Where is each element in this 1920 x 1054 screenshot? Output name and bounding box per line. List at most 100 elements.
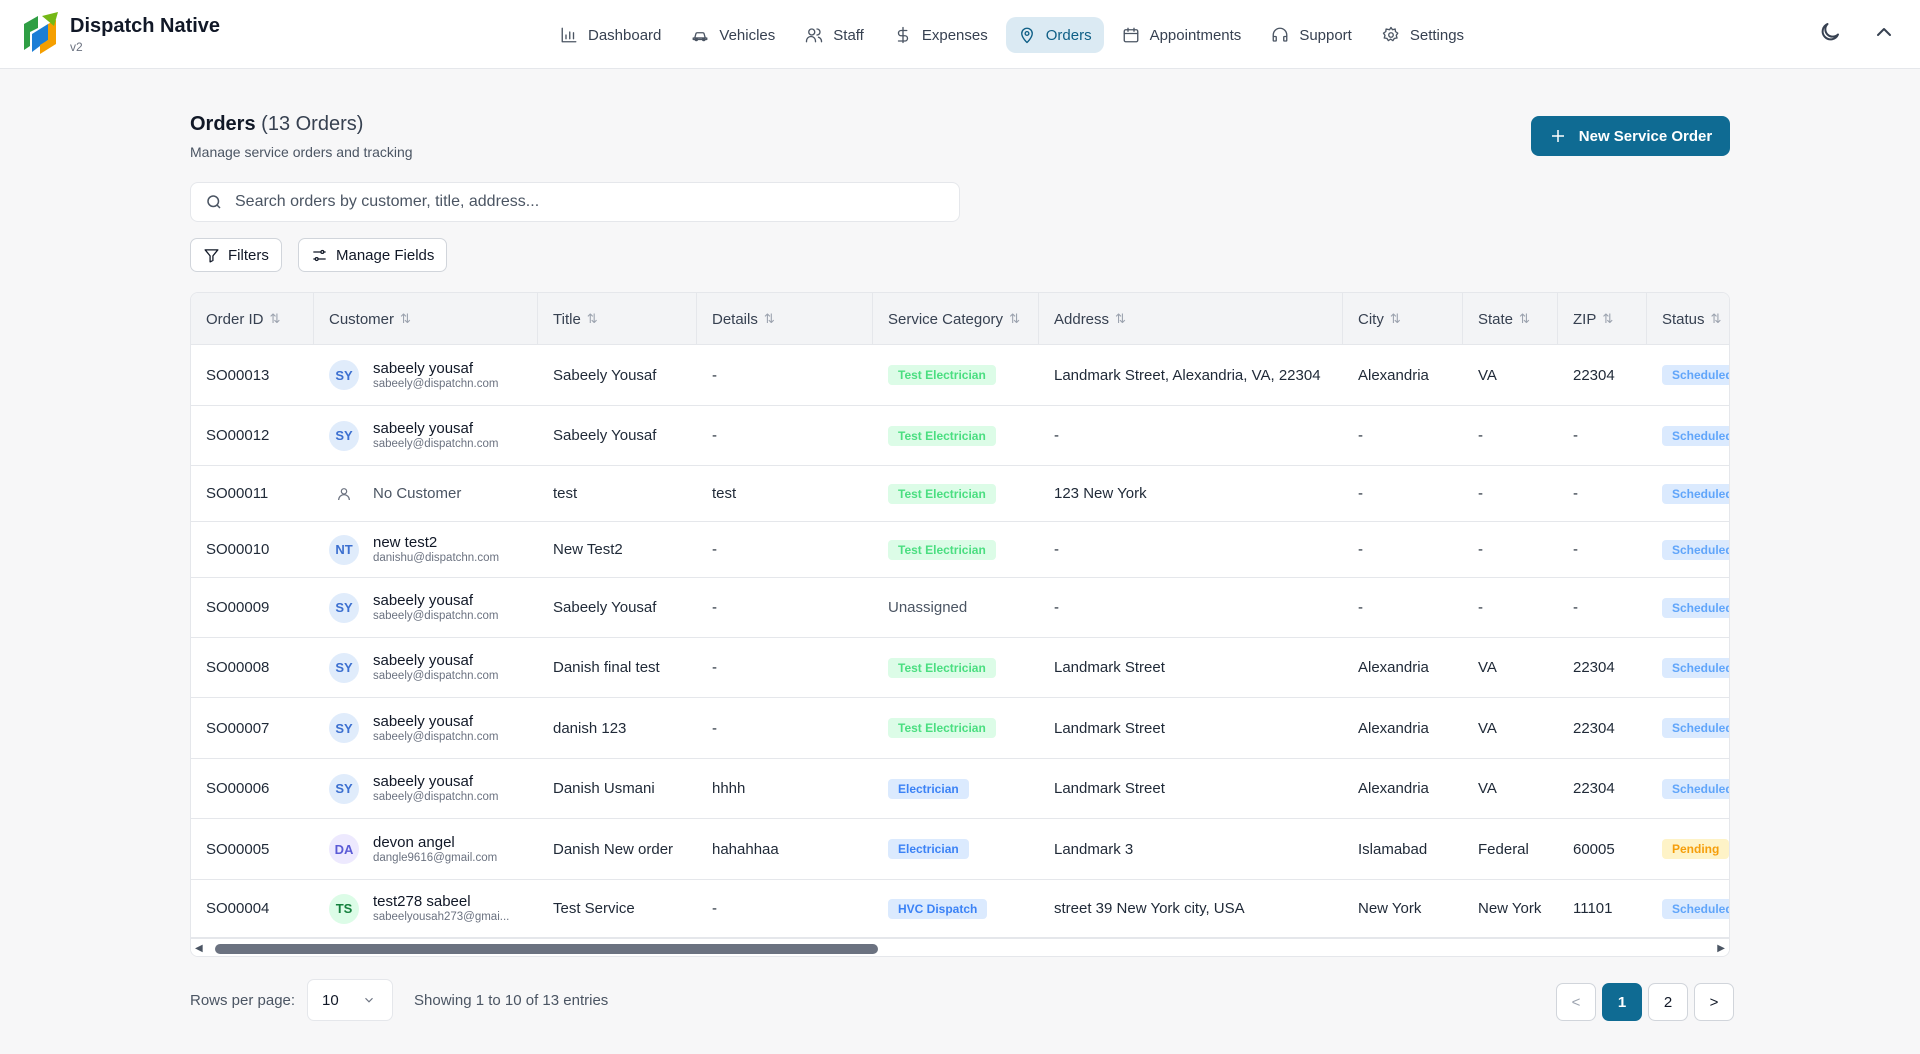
header-label: Customer — [329, 310, 395, 328]
horizontal-scrollbar[interactable]: ◀ ▶ — [191, 938, 1729, 956]
chevron-up-icon[interactable] — [1872, 20, 1896, 44]
page-1-button[interactable]: 1 — [1602, 983, 1642, 1021]
scrollbar-thumb[interactable] — [215, 944, 878, 954]
users-icon — [806, 28, 823, 43]
prev-page-button[interactable]: < — [1556, 983, 1596, 1021]
category-badge: Test Electrician — [888, 657, 996, 678]
table-row[interactable]: SO00010 NT new test2 danishu@dispatchn.com N… — [191, 522, 1729, 578]
header-title[interactable]: Title ⇅ — [538, 293, 697, 345]
customer-name: sabeely yousaf — [373, 592, 474, 609]
table-row[interactable]: SO00012 SY sabeely yousaf sabeely@dispatchn… — [191, 406, 1729, 466]
cell-title: Danish New order — [553, 840, 674, 858]
table-row[interactable]: SO00005 DA devon angel dangle9616@gmail.com… — [191, 819, 1729, 880]
header-order-id[interactable]: Order ID ⇅ — [191, 293, 314, 345]
cell-address: Landmark Street — [1054, 659, 1165, 676]
table-row[interactable]: SO00007 SY sabeely yousaf sabeely@dispatchn… — [191, 698, 1729, 759]
cell-zip: - — [1573, 485, 1578, 502]
rows-per-page-select[interactable]: 10 — [307, 979, 393, 1021]
cell-details: hhhh — [712, 780, 746, 797]
cell-title: test — [553, 485, 578, 502]
cell-category: Electrician — [873, 759, 1039, 818]
header-zip[interactable]: ZIP ⇅ — [1558, 293, 1647, 345]
cell-details: test — [712, 485, 737, 502]
cell-id: SO00009 — [206, 599, 270, 616]
cell-state: New York — [1478, 900, 1542, 917]
status-badge: Scheduled — [1662, 539, 1729, 560]
table-row[interactable]: SO00009 SY sabeely yousaf sabeely@dispatchn… — [191, 578, 1729, 638]
cell-category: Electrician — [873, 819, 1039, 879]
category-badge: Electrician — [888, 839, 969, 859]
cell-status: Scheduled — [1647, 578, 1729, 637]
brand-name: Dispatch Native — [70, 15, 221, 37]
filters-button[interactable]: Filters — [190, 238, 282, 272]
table-row[interactable]: SO00008 SY sabeely yousaf sabeely@dispatchn… — [191, 638, 1729, 698]
nav-label: Support — [1299, 26, 1352, 44]
status-badge: Scheduled — [1662, 425, 1729, 446]
customer-name: new test2 — [373, 534, 438, 551]
cell-category: Test Electrician — [873, 522, 1039, 577]
customer-name: No Customer — [373, 485, 462, 502]
table-row[interactable]: SO00004 TS test278 sabeel sabeelyousah273@g… — [191, 880, 1729, 938]
cell-customer: No Customer — [314, 466, 538, 521]
cell-city: New York — [1358, 900, 1422, 917]
cell-category: Unassigned — [873, 578, 1039, 637]
nav-support[interactable]: Support — [1259, 17, 1364, 53]
brand[interactable]: Dispatch Native v2 — [18, 10, 220, 58]
cell-details: - — [712, 900, 717, 917]
header-customer[interactable]: Customer ⇅ — [314, 293, 538, 345]
cell-id: SO00008 — [206, 659, 270, 676]
customer-email: sabeely@dispatchn.com — [373, 610, 499, 622]
header-label: Details — [712, 310, 758, 328]
nav-label: Appointments — [1149, 26, 1242, 44]
table-row[interactable]: SO00013 SY sabeely yousaf sabeely@dispatchn… — [191, 345, 1729, 406]
cell-id: SO00013 — [206, 366, 270, 384]
cell-title: danish 123 — [553, 719, 627, 737]
nav-expenses[interactable]: Expenses — [882, 17, 1000, 53]
new-service-order-button[interactable]: New Service Order — [1531, 116, 1730, 156]
nav-vehicles[interactable]: Vehicles — [679, 17, 787, 53]
customer-email: sabeely@dispatchn.com — [373, 791, 499, 803]
nav-orders[interactable]: Orders — [1005, 17, 1104, 53]
cell-status: Scheduled — [1647, 406, 1729, 465]
cell-zip: - — [1573, 541, 1578, 558]
header-address[interactable]: Address ⇅ — [1039, 293, 1343, 345]
manage-fields-button[interactable]: Manage Fields — [298, 238, 448, 272]
table-row[interactable]: SO00006 SY sabeely yousaf sabeely@dispatchn… — [191, 759, 1729, 819]
status-badge: Scheduled — [1662, 898, 1729, 919]
cell-id: SO00007 — [206, 719, 270, 737]
category-badge: Test Electrician — [888, 718, 996, 738]
nav-settings[interactable]: Settings — [1370, 17, 1476, 53]
nav-dashboard[interactable]: Dashboard — [548, 17, 673, 53]
nav-staff[interactable]: Staff — [793, 17, 876, 53]
nav-appointments[interactable]: Appointments — [1110, 17, 1254, 53]
sort-icon: ⇅ — [1602, 311, 1614, 326]
header-city[interactable]: City ⇅ — [1343, 293, 1463, 345]
sort-icon: ⇅ — [1115, 311, 1126, 326]
sliders-icon — [313, 249, 326, 261]
search-input[interactable] — [235, 193, 935, 211]
cell-zip: 22304 — [1573, 366, 1615, 384]
chevron-down-icon — [365, 997, 373, 1003]
header-status[interactable]: Status ⇅ — [1647, 293, 1729, 345]
header-label: Status — [1662, 310, 1705, 328]
scroll-left-icon[interactable]: ◀ — [195, 943, 203, 954]
cell-details: - — [712, 427, 717, 444]
header-service-category[interactable]: Service Category ⇅ — [873, 293, 1039, 345]
table-row[interactable]: SO00011 No Customer test test Test Electrici… — [191, 466, 1729, 522]
brand-version: v2 — [70, 40, 83, 54]
cell-status: Scheduled — [1647, 466, 1729, 521]
scroll-right-icon[interactable]: ▶ — [1717, 943, 1725, 954]
moon-icon[interactable] — [1818, 20, 1842, 44]
cell-city: - — [1358, 541, 1363, 558]
status-badge: Scheduled — [1662, 718, 1729, 738]
header-state[interactable]: State ⇅ — [1463, 293, 1558, 345]
cell-address: Landmark Street — [1054, 719, 1165, 737]
status-badge: Scheduled — [1662, 778, 1729, 799]
page-2-button[interactable]: 2 — [1648, 983, 1688, 1021]
car-icon — [692, 32, 708, 42]
header-details[interactable]: Details ⇅ — [697, 293, 873, 345]
avatar: TS — [329, 893, 359, 924]
customer-name: devon angel — [373, 833, 455, 851]
next-page-button[interactable]: > — [1694, 983, 1734, 1021]
status-badge: Pending — [1662, 839, 1729, 859]
